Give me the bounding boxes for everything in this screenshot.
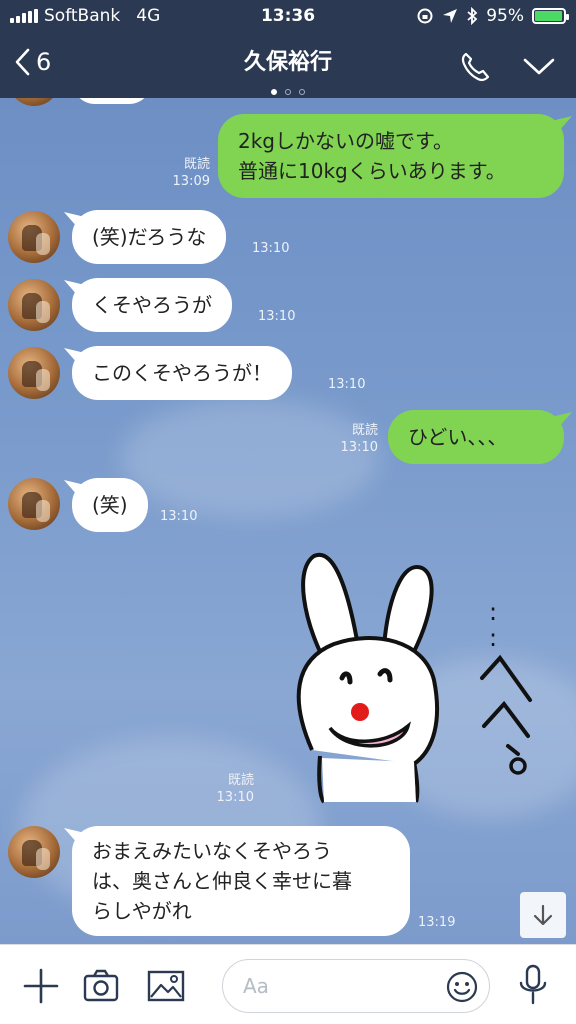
chat-header: 6 久保裕行 bbox=[0, 34, 576, 98]
sticker-text: : bbox=[489, 598, 497, 626]
avatar[interactable] bbox=[8, 478, 60, 530]
avatar[interactable] bbox=[8, 211, 60, 263]
message-time: 13:10 bbox=[216, 790, 254, 805]
message-text: (笑)だろうな bbox=[92, 225, 207, 249]
message-text: らしやがれ bbox=[92, 899, 192, 923]
message-input-placeholder: Aa bbox=[243, 974, 269, 998]
message-text: 2kgしかないの嘘です。 bbox=[238, 129, 454, 153]
avatar[interactable] bbox=[8, 347, 60, 399]
message-time: 13:10 bbox=[160, 509, 198, 524]
message-bubble-incoming[interactable]: おまえみたいなくそやろう は、奥さんと仲良く幸せに暮 らしやがれ bbox=[72, 826, 410, 936]
read-receipt: 既読 bbox=[183, 157, 210, 172]
message-time: 13:10 bbox=[340, 440, 378, 455]
message-text: 普通に10kgくらいあります。 bbox=[238, 159, 506, 183]
plus-icon[interactable] bbox=[22, 967, 60, 1005]
emoji-icon[interactable] bbox=[445, 970, 479, 1004]
camera-icon[interactable] bbox=[82, 967, 120, 1005]
arrow-down-icon bbox=[533, 904, 553, 926]
battery-icon bbox=[532, 8, 569, 24]
message-bubble-incoming[interactable]: (笑) bbox=[72, 478, 148, 532]
message-bubble-outgoing[interactable]: ひどい、、、 bbox=[388, 410, 564, 464]
message-bubble-outgoing[interactable]: 2kgしかないの嘘です。 普通に10kgくらいあります。 bbox=[218, 114, 564, 198]
lock-rotation-icon bbox=[417, 8, 433, 24]
message-time: 13:10 bbox=[328, 377, 366, 392]
message-bubble-partial[interactable] bbox=[72, 98, 152, 104]
message-text: (笑) bbox=[92, 493, 128, 517]
read-receipt: 既読 bbox=[227, 773, 254, 788]
composer-bar: Aa bbox=[0, 944, 576, 1024]
avatar[interactable] bbox=[8, 826, 60, 878]
svg-text::: : bbox=[489, 624, 497, 652]
microphone-icon[interactable] bbox=[516, 963, 550, 1007]
status-bar: SoftBank 4G 13:36 95% bbox=[0, 0, 576, 34]
battery-percent: 95% bbox=[486, 6, 524, 26]
message-bubble-incoming[interactable]: (笑)だろうな bbox=[72, 210, 227, 264]
message-text: くそやろうが bbox=[92, 293, 212, 317]
chevron-down-icon[interactable] bbox=[522, 56, 556, 78]
message-input[interactable]: Aa bbox=[222, 959, 490, 1013]
image-icon[interactable] bbox=[146, 967, 186, 1005]
message-time: 13:19 bbox=[418, 915, 456, 930]
message-time: 13:09 bbox=[172, 174, 210, 189]
message-text: ひどい、、、 bbox=[408, 425, 508, 449]
read-receipt: 既読 bbox=[351, 423, 378, 438]
message-meta: 既読 13:10 bbox=[328, 422, 378, 456]
scroll-down-button[interactable] bbox=[520, 892, 566, 938]
rabbit-sticker[interactable]: : : bbox=[284, 550, 554, 810]
message-time: 13:10 bbox=[252, 241, 290, 256]
avatar[interactable] bbox=[8, 98, 60, 106]
avatar[interactable] bbox=[8, 279, 60, 331]
message-text: このくそやろうが！ bbox=[92, 361, 272, 385]
message-meta: 既読 13:10 bbox=[212, 772, 254, 806]
message-text: おまえみたいなくそやろう bbox=[92, 839, 332, 863]
message-meta: 既読 13:09 bbox=[160, 156, 210, 190]
message-bubble-incoming[interactable]: このくそやろうが！ bbox=[72, 346, 292, 400]
chat-area[interactable]: 既読 13:09 2kgしかないの嘘です。 普通に10kgくらいあります。 (笑… bbox=[0, 98, 576, 944]
message-text: は、奥さんと仲良く幸せに暮 bbox=[92, 869, 352, 893]
bluetooth-icon bbox=[467, 7, 478, 25]
message-time: 13:10 bbox=[258, 309, 296, 324]
message-bubble-incoming[interactable]: くそやろうが bbox=[72, 278, 232, 332]
phone-icon[interactable] bbox=[458, 50, 492, 84]
location-icon bbox=[443, 9, 458, 23]
